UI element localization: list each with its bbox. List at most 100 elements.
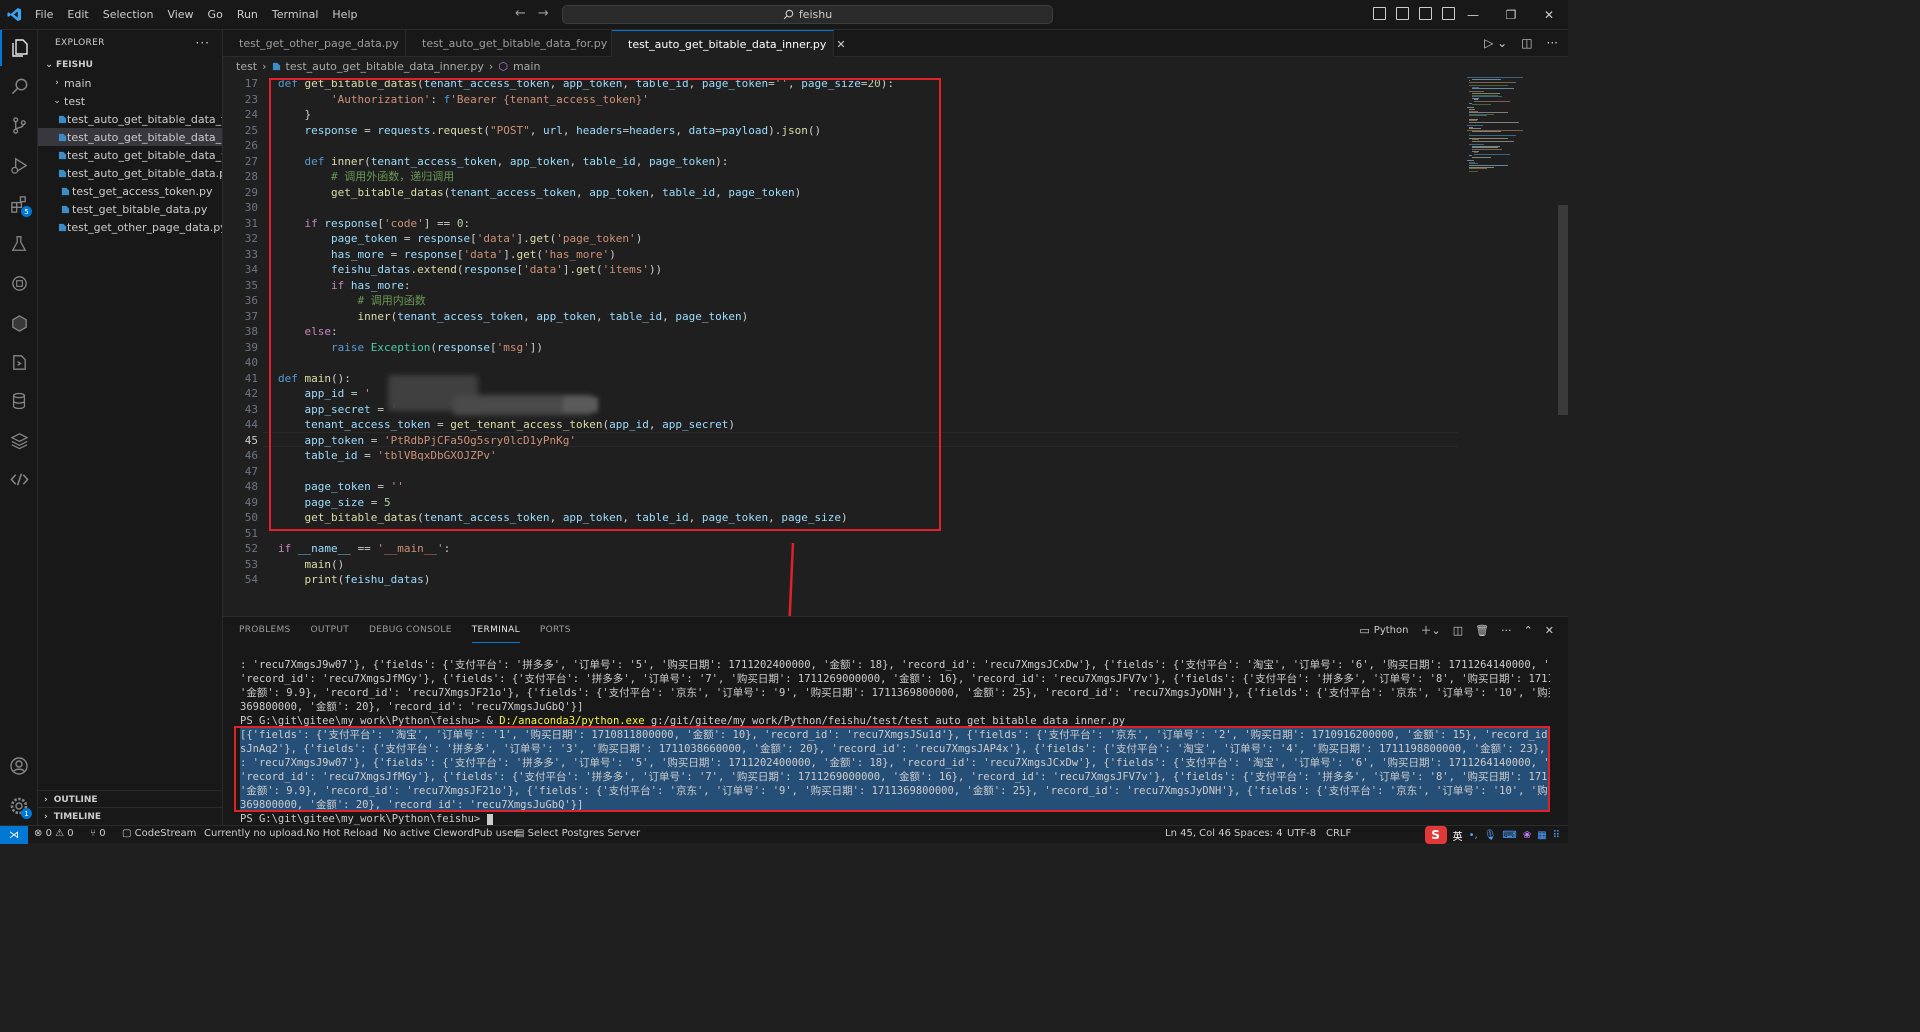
extensions-icon[interactable]: 5: [0, 186, 38, 222]
tab-test-auto-get-bitable-data-for[interactable]: test_auto_get_bitable_data_for.py: [406, 30, 612, 57]
outline-section[interactable]: › OUTLINE: [38, 790, 223, 808]
run-python-file-icon[interactable]: ▷ ⌄: [1484, 36, 1507, 50]
code-line[interactable]: 52 if __name__ == '__main__':: [223, 541, 1458, 557]
activity-bar: 5 1: [0, 30, 38, 825]
more-actions-icon[interactable]: ···: [1547, 36, 1558, 50]
indentation[interactable]: Spaces: 4: [1234, 828, 1283, 839]
close-icon[interactable]: ✕: [836, 38, 845, 51]
accounts-icon[interactable]: [0, 748, 38, 784]
source-control-icon[interactable]: [0, 107, 38, 143]
testing-flask-icon[interactable]: [0, 226, 38, 262]
hot-reload-status[interactable]: No Hot Reload: [306, 828, 378, 839]
tab-problems[interactable]: PROBLEMS: [239, 623, 291, 643]
menu-view[interactable]: View: [160, 0, 200, 30]
forward-arrow-icon[interactable]: →: [538, 6, 549, 21]
problems-status[interactable]: ⊗ 0 ⚠ 0: [34, 828, 74, 839]
timeline-section[interactable]: › TIMELINE: [38, 807, 223, 825]
toolbox-icon[interactable]: ▦: [1537, 830, 1546, 841]
sogou-ime-icon[interactable]: S: [1424, 826, 1447, 844]
remote-indicator-icon[interactable]: ⋊: [0, 826, 28, 844]
tab-terminal[interactable]: TERMINAL: [471, 623, 520, 643]
split-editor-icon[interactable]: ◫: [1521, 36, 1532, 50]
line-ending[interactable]: CRLF: [1326, 828, 1351, 839]
tab-debug-console[interactable]: DEBUG CONSOLE: [369, 623, 452, 643]
file-item-selected[interactable]: test_auto_get_bitable_data_in...: [38, 128, 222, 146]
toggle-secondary-sidebar-icon[interactable]: [1419, 7, 1432, 20]
tab-test-auto-get-bitable-data-inner[interactable]: test_auto_get_bitable_data_inner.py ✕: [612, 30, 846, 57]
upload-status[interactable]: Currently no upload.: [204, 828, 306, 839]
ports-status[interactable]: ⑂ 0: [90, 828, 106, 839]
skin-icon[interactable]: ❀: [1523, 830, 1531, 841]
codestream-icon[interactable]: [0, 305, 38, 341]
postgres-status[interactable]: ▤ Select Postgres Server: [515, 828, 640, 839]
python-file-icon: [58, 187, 72, 196]
clewordpub-status[interactable]: No active ClewordPub user.: [383, 828, 520, 839]
toggle-sidebar-icon[interactable]: [1373, 7, 1386, 20]
code-text: if __name__ == '__main__':: [278, 542, 451, 555]
maximize-panel-icon[interactable]: ⌃: [1524, 624, 1533, 637]
cursor-position[interactable]: Ln 45, Col 46: [1165, 828, 1231, 839]
remote-explorer-icon[interactable]: [0, 265, 38, 301]
toggle-panel-icon[interactable]: [1396, 7, 1409, 20]
folder-main[interactable]: › main: [38, 74, 222, 92]
workspace-root[interactable]: ⌄ FEISHU: [38, 56, 222, 74]
menu-edit[interactable]: Edit: [60, 0, 95, 30]
punctuation-icon[interactable]: •,: [1469, 830, 1478, 841]
editor-scrollbar[interactable]: [1558, 205, 1568, 415]
more-actions-icon[interactable]: ···: [1501, 624, 1512, 637]
tab-ports[interactable]: PORTS: [540, 623, 571, 643]
deploy-icon[interactable]: [0, 344, 38, 380]
menu-help[interactable]: Help: [325, 0, 364, 30]
file-label: test_get_access_token.py: [72, 184, 213, 198]
file-item[interactable]: test_auto_get_bitable_data.py: [38, 164, 222, 182]
menu-go[interactable]: Go: [201, 0, 230, 30]
menu-run[interactable]: Run: [230, 0, 265, 30]
new-terminal-icon[interactable]: ＋⌄: [1420, 622, 1440, 638]
file-item[interactable]: test_get_bitable_data.py: [38, 200, 222, 218]
kill-terminal-icon[interactable]: 🗑: [1475, 624, 1489, 637]
file-item[interactable]: test_auto_get_bitable_data_fo...: [38, 110, 222, 128]
run-debug-icon[interactable]: [0, 147, 38, 183]
apps-icon[interactable]: ⠿: [1553, 830, 1560, 841]
code-line[interactable]: 53 main(): [223, 557, 1458, 573]
folder-test[interactable]: ⌄ test: [38, 92, 222, 110]
database-icon[interactable]: [0, 383, 38, 419]
split-terminal-icon[interactable]: ◫: [1453, 624, 1463, 637]
menu-file[interactable]: File: [28, 0, 60, 30]
code-line[interactable]: 54 print(feishu_datas): [223, 572, 1458, 588]
close-window-icon[interactable]: ✕: [1530, 0, 1568, 30]
command-center-search[interactable]: feishu: [562, 5, 1053, 24]
breadcrumb-symbol[interactable]: main: [513, 60, 540, 73]
explorer-header: EXPLORER ···: [38, 30, 222, 56]
microphone-icon[interactable]: 🎙: [1484, 830, 1497, 841]
error-icon: ⊗: [34, 828, 43, 839]
file-item[interactable]: test_get_other_page_data.py: [38, 218, 222, 236]
code-tags-icon[interactable]: [0, 461, 38, 497]
back-arrow-icon[interactable]: ←: [515, 6, 526, 21]
more-actions-icon[interactable]: ···: [196, 36, 210, 50]
encoding[interactable]: UTF-8: [1287, 828, 1316, 839]
breadcrumb-file[interactable]: test_auto_get_bitable_data_inner.py: [286, 60, 484, 73]
line-number: 41: [244, 371, 258, 385]
ime-language[interactable]: 英: [1453, 828, 1463, 843]
terminal-shell-label[interactable]: Python: [1374, 625, 1409, 636]
tab-test-get-other-page-data[interactable]: test_get_other_page_data.py: [223, 30, 406, 57]
file-item[interactable]: test_auto_get_bitable_data_w...: [38, 146, 222, 164]
settings-gear-icon[interactable]: 1: [0, 788, 38, 824]
error-count: 0: [45, 828, 52, 839]
keyboard-icon[interactable]: ⌨: [1502, 830, 1516, 841]
close-panel-icon[interactable]: ✕: [1545, 624, 1554, 637]
explorer-icon[interactable]: [0, 30, 38, 66]
layers-icon[interactable]: [0, 422, 38, 458]
minimize-icon[interactable]: —: [1454, 0, 1492, 30]
file-item[interactable]: test_get_access_token.py: [38, 182, 222, 200]
breadcrumb-folder[interactable]: test: [236, 60, 257, 73]
search-view-icon[interactable]: [0, 68, 38, 104]
tab-output[interactable]: OUTPUT: [311, 623, 349, 643]
line-number: 31: [244, 216, 258, 230]
menu-terminal[interactable]: Terminal: [265, 0, 326, 30]
codestream-status[interactable]: ▢ CodeStream: [122, 828, 196, 839]
restore-icon[interactable]: ❐: [1492, 0, 1530, 30]
minimap[interactable]: [1463, 75, 1558, 615]
menu-selection[interactable]: Selection: [96, 0, 161, 30]
